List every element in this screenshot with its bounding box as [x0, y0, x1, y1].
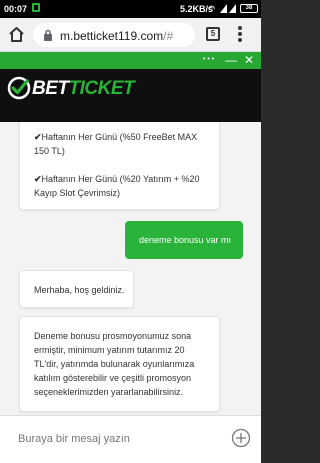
message-composer	[0, 415, 261, 463]
minimize-icon[interactable]: —	[225, 52, 237, 69]
promo-text: Haftanın Her Günü (%20 Yatırım + %20 Kay…	[34, 174, 200, 198]
status-bar: 00:07 5.2KB/s ◠ 38	[0, 0, 261, 18]
bot-message: Merhaba, hoş geldiniz.	[19, 270, 134, 308]
url-text: m.betticket119.com/#	[60, 29, 173, 43]
battery-icon: 38	[240, 4, 258, 13]
chat-window-controls: • • • — ✕	[0, 52, 261, 69]
logo-part1: BET	[32, 78, 69, 99]
more-options-icon[interactable]: • • •	[203, 52, 214, 69]
address-bar[interactable]: m.betticket119.com/#	[33, 23, 195, 47]
check-icon: ✔	[34, 132, 42, 142]
notification-icon	[32, 3, 40, 12]
url-path: /#	[163, 29, 174, 43]
url-host: m.betticket119.com	[60, 29, 164, 43]
battery-level: 38	[245, 5, 253, 11]
message-input[interactable]	[18, 430, 218, 448]
wifi-icon: ◠	[208, 4, 215, 13]
promo-text: Haftanın Her Günü (%50 FreeBet MAX 150 T…	[34, 132, 198, 156]
logo-check-icon	[7, 76, 31, 100]
bot-message-text: Merhaba, hoş geldiniz.	[34, 285, 125, 295]
chat-messages[interactable]: ✔Haftanın Her Günü (%50 FreeBet MAX 150 …	[0, 122, 261, 415]
lock-icon	[44, 29, 52, 41]
user-message-text: deneme bonusu var mı	[139, 235, 232, 245]
tab-switcher-button[interactable]: 5	[206, 27, 220, 41]
promo-item: ✔Haftanın Her Günü (%50 FreeBet MAX 150 …	[34, 130, 205, 158]
home-icon[interactable]	[8, 26, 25, 43]
signal-icon	[220, 4, 236, 13]
promo-item: ✔Haftanın Her Günü (%20 Yatırım + %20 Ka…	[34, 172, 205, 200]
clock: 00:07	[4, 4, 28, 14]
logo-part2: TICKET	[68, 78, 135, 99]
check-icon: ✔	[34, 174, 42, 184]
browser-menu-icon[interactable]	[236, 26, 244, 44]
close-icon[interactable]: ✕	[244, 52, 254, 69]
bot-message: Deneme bonusu prosmoyonumuz sona ermişti…	[19, 316, 220, 412]
add-attachment-icon[interactable]	[231, 428, 251, 448]
bot-message: ✔Haftanın Her Günü (%50 FreeBet MAX 150 …	[19, 122, 220, 210]
bot-message-text: Deneme bonusu prosmoyonumuz sona ermişti…	[34, 331, 195, 397]
user-message: deneme bonusu var mı	[125, 221, 243, 259]
browser-toolbar: m.betticket119.com/# 5	[0, 18, 261, 52]
tab-count: 5	[210, 29, 216, 38]
chat-header: • • • — ✕ BETTICKET	[0, 52, 261, 122]
logo: BETTICKET	[32, 78, 135, 100]
